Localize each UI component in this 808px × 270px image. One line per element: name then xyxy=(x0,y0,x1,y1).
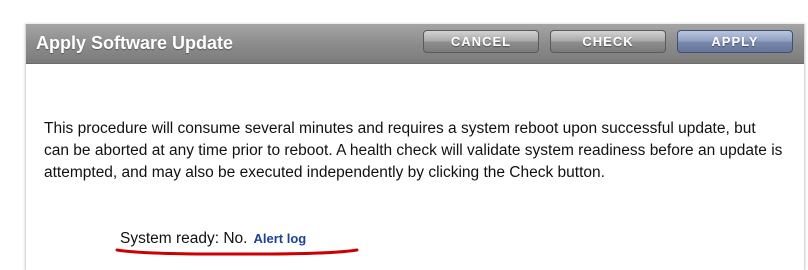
alert-log-link[interactable]: Alert log xyxy=(254,231,307,246)
dialog-title: Apply Software Update xyxy=(36,33,234,53)
apply-button[interactable]: APPLY xyxy=(677,30,793,53)
cancel-button[interactable]: CANCEL xyxy=(423,30,539,53)
check-button[interactable]: CHECK xyxy=(550,30,666,53)
procedure-description: This procedure will consume several minu… xyxy=(44,120,783,181)
red-underline-annotation xyxy=(115,248,359,256)
dialog-titlebar: Apply Software Update CANCEL CHECK APPLY xyxy=(26,24,804,64)
system-status: System ready: No. Alert log xyxy=(120,228,306,250)
apply-software-update-dialog: Apply Software Update CANCEL CHECK APPLY… xyxy=(25,24,805,270)
system-ready-status: System ready: No. xyxy=(120,230,248,247)
red-underline-stroke xyxy=(115,248,359,256)
